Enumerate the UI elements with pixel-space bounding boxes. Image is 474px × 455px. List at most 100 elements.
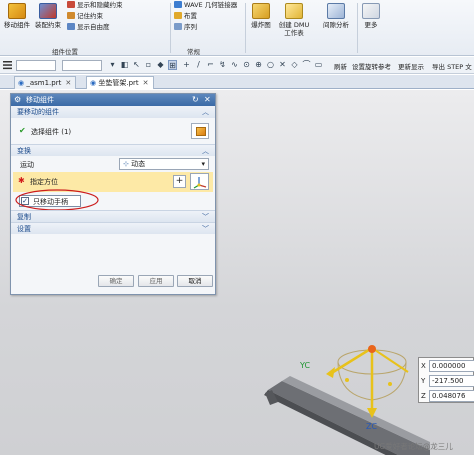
- scope-dropdown[interactable]: [62, 60, 102, 71]
- curve-icon[interactable]: ∿: [230, 60, 239, 70]
- point-icon[interactable]: +: [182, 60, 191, 70]
- rotation-ball: [345, 378, 349, 382]
- apply-button[interactable]: 应用: [138, 275, 174, 287]
- on-curve-icon[interactable]: ⌒: [302, 60, 311, 70]
- close-icon[interactable]: ✕: [204, 94, 211, 106]
- set-rotation-reference-button[interactable]: 设置旋转参考: [352, 61, 391, 71]
- more-button[interactable]: 更多: [360, 1, 382, 29]
- more-label: 更多: [364, 21, 378, 29]
- x-label: X: [421, 362, 426, 370]
- grid-snap-icon[interactable]: ⊞: [168, 60, 177, 70]
- move-component-dialog: ⚙ 移动组件 ↻ ✕ 要移动的组件 ︿ ✔ 选择组件 (1) 变换 ︿ 运动 ⊹…: [10, 93, 216, 295]
- intersection-icon[interactable]: ✕: [278, 60, 287, 70]
- create-dmu-icon: [285, 3, 303, 19]
- export-step-button[interactable]: 导出 STEP 文: [432, 61, 472, 71]
- show-dof-button[interactable]: 显示自由度: [67, 23, 110, 32]
- section-components-header[interactable]: 要移动的组件 ︿: [11, 106, 215, 118]
- csys-dialog-button[interactable]: +: [173, 175, 186, 188]
- section-transform-header[interactable]: 变换 ︿: [11, 144, 215, 156]
- assembly-constraints-label: 装配约束: [35, 21, 61, 29]
- tangent-icon[interactable]: ▭: [314, 60, 323, 70]
- y-value-field[interactable]: -217.500: [429, 375, 474, 387]
- motion-row: 运动 ⊹ 动态 ▾: [11, 156, 215, 172]
- section-settings-header[interactable]: 设置 ﹀: [11, 222, 215, 234]
- close-icon[interactable]: ✕: [65, 79, 71, 87]
- cancel-button[interactable]: 取消: [177, 275, 213, 287]
- refresh-button[interactable]: 刷新: [334, 61, 347, 71]
- annotation-circle: [15, 189, 99, 211]
- layout-button[interactable]: 布置: [174, 12, 197, 21]
- filter-icon[interactable]: ▾: [108, 60, 117, 70]
- document-tabs: ◉ _asm1.prt ✕ ◉ 坐垫管架.prt ✕: [0, 75, 474, 89]
- circle-icon[interactable]: ○: [266, 60, 275, 70]
- ribbon-separator: [357, 3, 358, 53]
- motion-select[interactable]: ⊹ 动态 ▾: [119, 158, 209, 170]
- section-copy-header[interactable]: 复制 ﹀: [11, 210, 215, 222]
- tab-seat-tube-bracket[interactable]: ◉ 坐垫管架.prt ✕: [86, 76, 154, 89]
- explosion-view-icon: [252, 3, 270, 19]
- motion-label: 运动: [20, 161, 34, 169]
- wave-geometry-linker-button[interactable]: WAVE 几何链接器: [174, 1, 237, 10]
- face-icon[interactable]: ◇: [290, 60, 299, 70]
- pick-icon[interactable]: ↖: [132, 60, 141, 70]
- sequence-icon: [174, 23, 182, 30]
- chevron-down-icon: ﹀: [202, 225, 209, 233]
- interference-analysis-label: 间隙分析: [323, 21, 349, 29]
- sequence-button[interactable]: 序列: [174, 23, 197, 32]
- ribbon: 移动组件 装配约束 显示和隐藏约束 记住约束 显示自由度 组件位置 WAVE 几…: [0, 0, 474, 56]
- quadrant-icon[interactable]: ⊕: [254, 60, 263, 70]
- explosion-view-label: 爆炸图: [251, 21, 271, 29]
- select-all-icon[interactable]: ◧: [120, 60, 129, 70]
- watermark: UG爱好者论坛@龙三儿: [374, 442, 453, 451]
- z-value-field[interactable]: 0.048076: [429, 390, 474, 402]
- section-components-title: 要移动的组件: [17, 108, 59, 116]
- show-hide-constraints-label: 显示和隐藏约束: [77, 1, 123, 9]
- update-display-button[interactable]: 更新显示: [398, 61, 424, 71]
- select-component-button[interactable]: [191, 123, 209, 139]
- wave-linker-label: WAVE 几何链接器: [184, 1, 238, 9]
- line-icon[interactable]: /: [194, 60, 203, 70]
- arc-center-icon[interactable]: ⊙: [242, 60, 251, 70]
- assembly-constraints-button[interactable]: 装配约束: [33, 1, 63, 29]
- y-coordinate-row: Y -217.500: [419, 374, 474, 388]
- layout-icon: [174, 12, 182, 19]
- interference-analysis-button[interactable]: 间隙分析: [319, 1, 353, 29]
- layout-label: 布置: [184, 12, 197, 20]
- explosion-view-button[interactable]: 爆炸图: [249, 1, 273, 29]
- endpoint-icon[interactable]: ⌐: [206, 60, 215, 70]
- move-component-button[interactable]: 移动组件: [2, 1, 32, 29]
- snap-icon[interactable]: ◆: [156, 60, 165, 70]
- show-hide-constraints-button[interactable]: 显示和隐藏约束: [67, 1, 123, 10]
- y-arrow: [326, 367, 335, 378]
- show-hide-constraints-icon: [67, 1, 75, 8]
- part-icon: ◉: [90, 79, 97, 87]
- yc-axis-label: YC: [300, 361, 311, 370]
- component-icon: [196, 127, 206, 136]
- section-copy-title: 复制: [17, 213, 31, 221]
- assembly-constraints-icon: [39, 3, 57, 19]
- z-coordinate-row: Z 0.048076: [419, 389, 474, 403]
- csys-icon[interactable]: [190, 173, 209, 190]
- ribbon-separator: [170, 3, 171, 53]
- select-rect-icon[interactable]: ▫: [144, 60, 153, 70]
- move-component-icon: [8, 3, 26, 19]
- gear-icon[interactable]: ⚙: [14, 94, 21, 106]
- coordinate-input-box: X 0.000000 Y -217.500 Z 0.048076: [418, 357, 474, 403]
- more-icon: [362, 3, 380, 19]
- select-component-row[interactable]: ✔ 选择组件 (1): [11, 118, 215, 144]
- show-dof-icon: [67, 23, 75, 30]
- create-dmu-button[interactable]: 创建 DMU 工作表: [277, 1, 311, 37]
- menu-icon[interactable]: [3, 60, 12, 70]
- remember-constraints-button[interactable]: 记住约束: [67, 12, 103, 21]
- close-icon[interactable]: ✕: [143, 79, 149, 87]
- x-coordinate-row: X 0.000000: [419, 359, 474, 373]
- ok-button[interactable]: 确定: [98, 275, 134, 287]
- type-filter-dropdown[interactable]: [16, 60, 56, 71]
- interference-analysis-icon: [327, 3, 345, 19]
- midpoint-icon[interactable]: ↯: [218, 60, 227, 70]
- tab-asm1[interactable]: ◉ _asm1.prt ✕: [14, 76, 77, 89]
- x-value-field[interactable]: 0.000000: [429, 360, 474, 372]
- reset-icon[interactable]: ↻: [192, 94, 199, 106]
- origin-handle: [368, 345, 376, 353]
- rotation-ball: [388, 382, 392, 386]
